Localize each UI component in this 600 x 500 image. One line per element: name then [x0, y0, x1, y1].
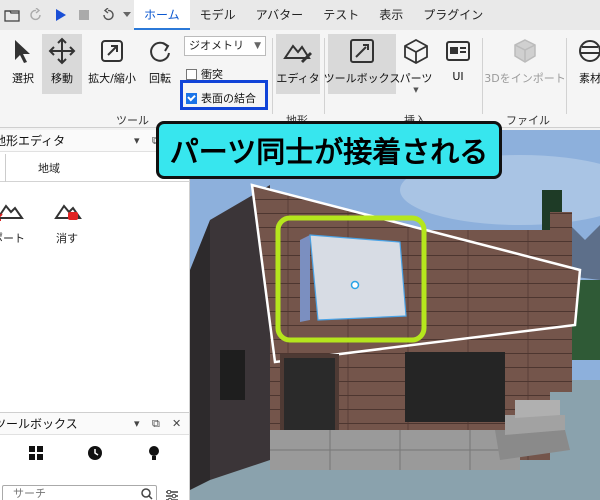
terrain-edit-icon [283, 34, 313, 68]
import-tool-label: ポート [0, 232, 25, 245]
tab-model[interactable]: モデル [190, 0, 246, 30]
collide-checkbox-box[interactable] [186, 68, 197, 80]
parts-label: パーツ [399, 72, 433, 85]
redo-icon[interactable] [24, 0, 48, 30]
move-tool-button[interactable]: 移動 [42, 34, 82, 94]
clear-tool-button[interactable]: 消す [52, 200, 82, 246]
tab-home[interactable]: ホーム [134, 0, 190, 30]
ui-window-icon [445, 34, 471, 68]
toolbox-button[interactable]: ツールボックス [324, 34, 400, 94]
ribbon-divider [566, 38, 567, 114]
scale-tool-label: 拡大/縮小 [88, 72, 136, 85]
toolbox-tabs [0, 445, 190, 461]
ribbon-divider [272, 38, 273, 114]
material-icon [577, 34, 600, 68]
clear-tool-label: 消す [56, 232, 78, 245]
window [280, 354, 339, 438]
undo-dropdown-icon[interactable] [120, 0, 134, 30]
material-button[interactable]: 素材 [570, 34, 600, 94]
toolbox-panel: ツールボックス ▾ ⧉ ✕ サーチ [0, 412, 190, 500]
parts-dropdown-icon[interactable]: ▼ [413, 86, 418, 94]
terrain-clear-icon [54, 204, 82, 220]
tool-group-label: ツール [116, 114, 149, 127]
toolbox-panel-header: ツールボックス ▾ ⧉ ✕ [0, 413, 189, 435]
toolbox-label: ツールボックス [323, 72, 401, 85]
tab-plugins[interactable]: プラグイン [413, 0, 493, 30]
import-3d-label: 3Dをインポート [484, 72, 566, 85]
ribbon: 選択 移動 拡大/縮小 回転 ジオメトリ ▼ 衝突 表面の結合 ツール エディタ… [0, 30, 600, 128]
terrain-import-icon [0, 204, 24, 221]
search-icon[interactable] [138, 485, 156, 500]
scale-icon [99, 34, 125, 68]
scene [190, 130, 600, 500]
toolbox-search-placeholder: サーチ [13, 487, 46, 500]
collision-mode-select[interactable]: ジオメトリ ▼ [184, 36, 266, 56]
panel-menu-icon[interactable]: ▾ [134, 417, 140, 430]
parts-button[interactable]: パーツ ▼ [398, 34, 434, 94]
import-3d-icon [512, 34, 538, 68]
callout-banner: パーツ同士が接着される [156, 121, 502, 179]
move-tool-label: 移動 [51, 72, 73, 85]
rotate-icon [147, 34, 173, 68]
toolbox-panel-title: ツールボックス [0, 417, 78, 431]
tab-avatar[interactable]: アバター [246, 0, 314, 30]
close-icon[interactable]: ✕ [172, 417, 181, 430]
import-3d-button[interactable]: 3Dをインポート [484, 34, 566, 94]
cursor-icon [12, 34, 34, 68]
scale-tool-button[interactable]: 拡大/縮小 [84, 34, 140, 94]
import-tool-button[interactable]: ポート [0, 200, 25, 246]
tab-test[interactable]: テスト [313, 0, 369, 30]
cube-icon [403, 34, 429, 68]
move-arrows-icon [48, 34, 76, 68]
attached-part-block[interactable] [309, 234, 407, 321]
toolbox-search-input[interactable]: サーチ [2, 485, 157, 500]
rotate-tool-button[interactable]: 回転 [144, 34, 176, 94]
material-label: 素材 [579, 72, 600, 85]
ui-label: UI [452, 70, 464, 83]
file-group-label: ファイル [506, 114, 550, 127]
ribbon-divider [482, 38, 483, 114]
ui-button[interactable]: UI [440, 34, 476, 94]
popout-icon[interactable]: ⧉ [152, 417, 160, 431]
rotate-tool-label: 回転 [149, 72, 171, 85]
clock-icon[interactable] [87, 445, 103, 461]
tab-region[interactable]: 地域 [6, 154, 92, 181]
callout-text: パーツ同士が接着される [169, 135, 489, 169]
panel-menu-icon[interactable]: ▾ [134, 134, 140, 147]
grid-icon[interactable] [28, 445, 44, 461]
stop-icon[interactable] [72, 0, 96, 30]
terrain-panel-title: 地形エディタ [0, 134, 66, 148]
terrain-editor-label: エディタ [276, 72, 320, 85]
join-surfaces-highlight [180, 80, 268, 110]
undo-icon[interactable] [96, 0, 120, 30]
toolbox-icon [348, 34, 376, 68]
pivot-point-icon [350, 280, 360, 290]
filter-icon[interactable] [165, 487, 179, 500]
doorway [405, 352, 505, 422]
select-tool-label: 選択 [12, 72, 34, 85]
chevron-down-icon: ▼ [254, 41, 261, 51]
collision-mode-value: ジオメトリ [189, 39, 244, 52]
file-menu-icon[interactable] [0, 0, 24, 30]
menu-bar: ホーム モデル アバター テスト 表示 プラグイン [0, 0, 600, 30]
tab-view[interactable]: 表示 [369, 0, 413, 30]
viewport-3d[interactable] [190, 130, 600, 500]
terrain-editor-button[interactable]: エディタ [276, 34, 320, 94]
lightbulb-icon[interactable] [146, 445, 162, 461]
play-icon[interactable] [48, 0, 72, 30]
select-tool-button[interactable]: 選択 [6, 34, 40, 94]
